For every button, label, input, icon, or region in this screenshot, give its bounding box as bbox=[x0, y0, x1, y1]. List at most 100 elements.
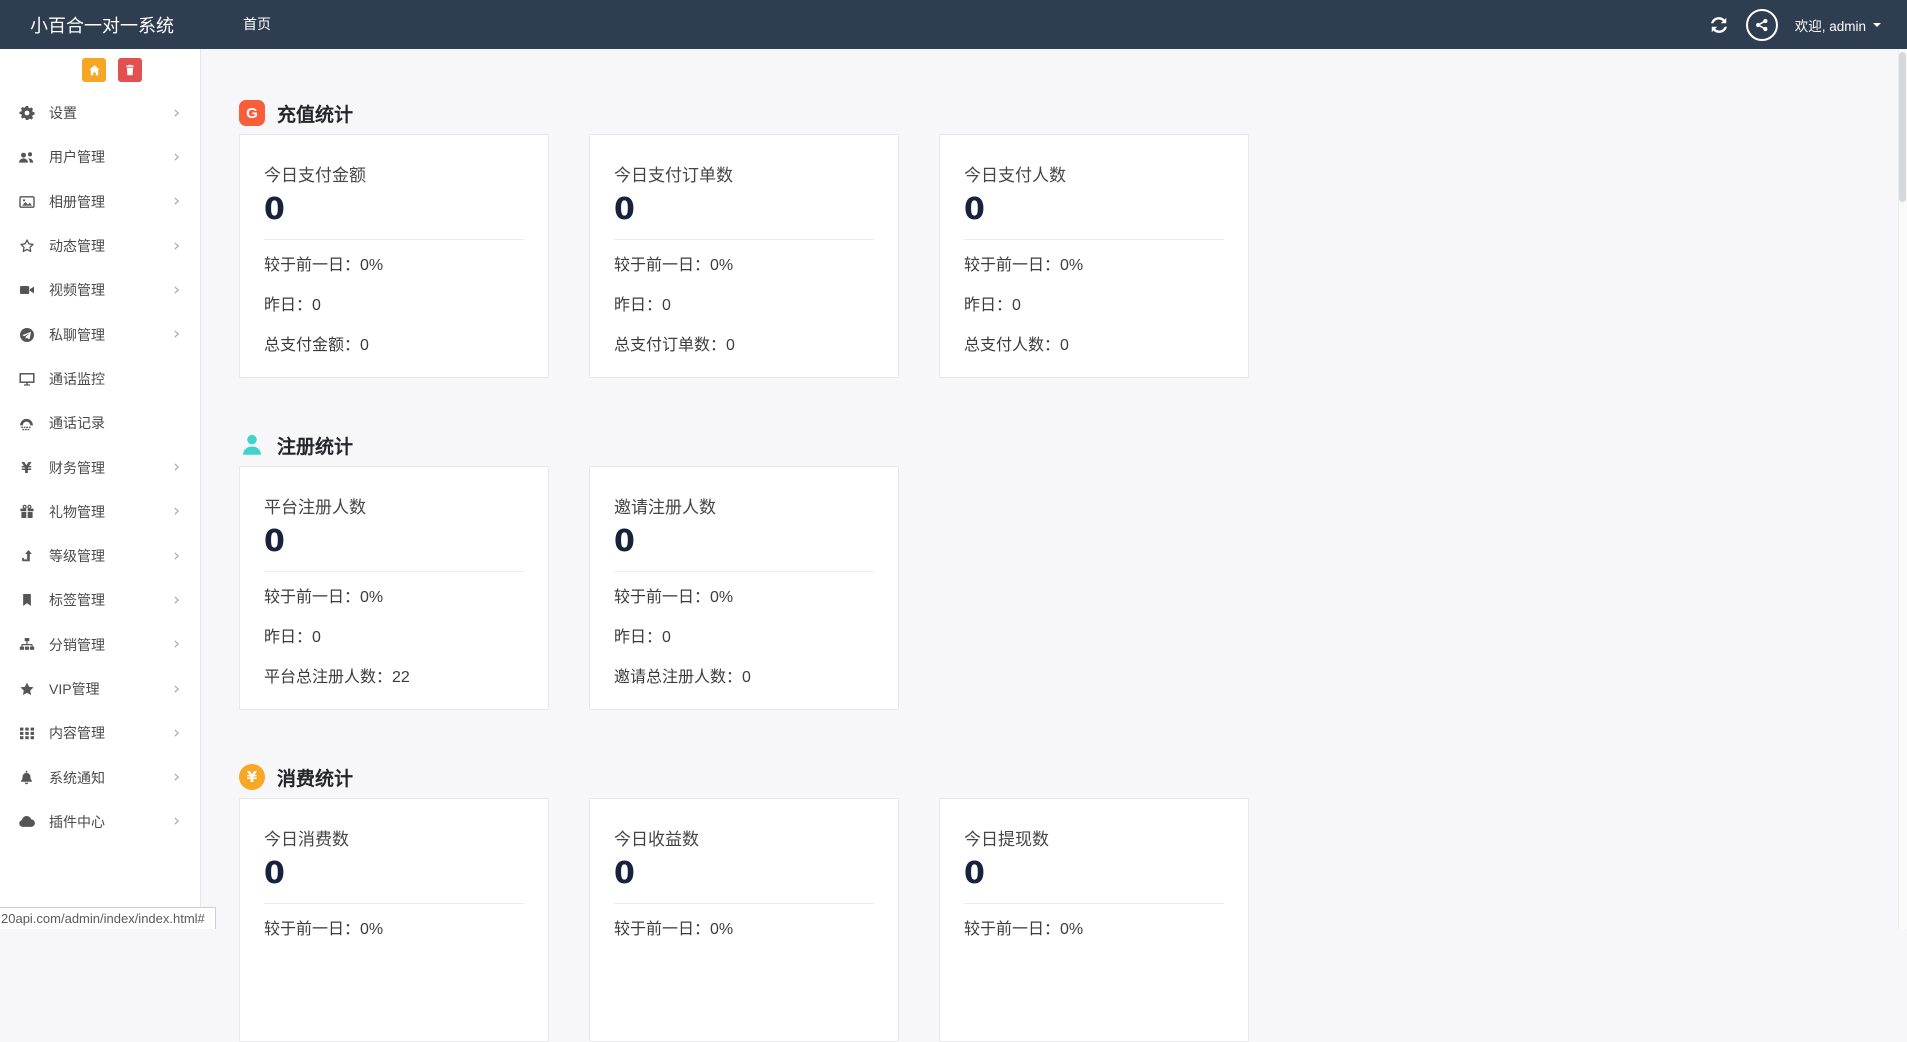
chevron-right-icon: › bbox=[173, 634, 180, 655]
card-label: 今日支付人数 bbox=[964, 166, 1066, 185]
card-label: 今日收益数 bbox=[614, 830, 699, 849]
avatar[interactable] bbox=[1745, 8, 1778, 41]
home-button[interactable] bbox=[82, 58, 106, 82]
yen-circle-icon: ¥ bbox=[239, 764, 265, 790]
sidebar-item-private-chat-management[interactable]: 私聊管理 › bbox=[0, 312, 200, 356]
card-group: 今日支付金额 0 较于前一日：0% 昨日：0 总支付金额：0 今日支付订单数 0… bbox=[239, 134, 1907, 378]
stat-card-pay-users: 今日支付人数 0 较于前一日：0% 昨日：0 总支付人数：0 bbox=[939, 134, 1249, 378]
chevron-right-icon: › bbox=[173, 589, 180, 610]
card-label: 平台注册人数 bbox=[264, 498, 366, 517]
card-row: 昨日：0 bbox=[614, 297, 671, 314]
chevron-right-icon: › bbox=[173, 279, 180, 300]
user-menu[interactable]: 欢迎, admin bbox=[1795, 15, 1881, 35]
card-row: 平台总注册人数：22 bbox=[264, 669, 410, 686]
bookmark-icon bbox=[17, 593, 36, 607]
sidebar-item-call-records[interactable]: 通话记录 bbox=[0, 401, 200, 445]
trash-button[interactable] bbox=[118, 58, 142, 82]
sidebar-item-gift-management[interactable]: 礼物管理 › bbox=[0, 490, 200, 534]
chevron-right-icon: › bbox=[173, 722, 180, 743]
home-icon bbox=[88, 64, 101, 77]
scrollbar-track bbox=[1898, 49, 1907, 929]
sidebar-item-label: 礼物管理 bbox=[49, 503, 105, 520]
grid-icon bbox=[17, 725, 36, 741]
main-content: G 充值统计 今日支付金额 0 较于前一日：0% 昨日：0 总支付金额：0 今日… bbox=[201, 49, 1907, 1042]
stat-card-pay-orders: 今日支付订单数 0 较于前一日：0% 昨日：0 总支付订单数：0 bbox=[589, 134, 899, 378]
divider bbox=[964, 239, 1224, 240]
sidebar-item-finance-management[interactable]: ¥ 财务管理 › bbox=[0, 445, 200, 489]
card-row: 较于前一日：0% bbox=[964, 921, 1084, 938]
sidebar-item-label: 插件中心 bbox=[49, 813, 105, 830]
topbar-right: 欢迎, admin bbox=[1709, 8, 1907, 41]
sidebar-item-moment-management[interactable]: 动态管理 › bbox=[0, 224, 200, 268]
sidebar-item-tag-management[interactable]: 标签管理 › bbox=[0, 578, 200, 622]
card-group: 平台注册人数 0 较于前一日：0% 昨日：0 平台总注册人数：22 邀请注册人数… bbox=[239, 466, 1907, 710]
chevron-right-icon: › bbox=[173, 457, 180, 478]
sidebar-item-call-monitor[interactable]: 通话监控 bbox=[0, 357, 200, 401]
stat-card-pay-amount: 今日支付金额 0 较于前一日：0% 昨日：0 总支付金额：0 bbox=[239, 134, 549, 378]
sidebar-item-user-management[interactable]: 用户管理 › bbox=[0, 135, 200, 179]
sidebar-item-plugin-center[interactable]: 插件中心 › bbox=[0, 800, 200, 844]
video-icon bbox=[17, 282, 36, 298]
chevron-right-icon: › bbox=[173, 811, 180, 832]
card-row: 较于前一日：0% bbox=[614, 921, 734, 938]
refresh-icon[interactable] bbox=[1709, 15, 1729, 35]
call-record-icon bbox=[17, 415, 36, 432]
gift-icon bbox=[17, 504, 36, 520]
section-header: G 充值统计 bbox=[239, 100, 1907, 126]
card-value: 0 bbox=[264, 524, 285, 559]
users-icon bbox=[17, 149, 36, 166]
divider bbox=[264, 571, 524, 572]
card-value: 0 bbox=[964, 856, 985, 891]
sidebar-item-video-management[interactable]: 视频管理 › bbox=[0, 268, 200, 312]
sidebar-item-label: 动态管理 bbox=[49, 238, 105, 255]
person-icon bbox=[239, 432, 265, 458]
sidebar-item-label: 私聊管理 bbox=[49, 326, 105, 343]
card-label: 今日支付订单数 bbox=[614, 166, 733, 185]
stat-card-income-count: 今日收益数 0 较于前一日：0% bbox=[589, 798, 899, 1042]
card-label: 今日提现数 bbox=[964, 830, 1049, 849]
telegram-icon bbox=[17, 327, 36, 343]
sitemap-icon bbox=[17, 637, 36, 653]
cloud-icon bbox=[17, 813, 36, 830]
nav-home[interactable]: 首页 bbox=[239, 0, 275, 49]
sidebar-item-vip-management[interactable]: VIP管理 › bbox=[0, 667, 200, 711]
sidebar-item-settings[interactable]: 设置 › bbox=[0, 91, 200, 135]
stat-card-withdraw-count: 今日提现数 0 较于前一日：0% bbox=[939, 798, 1249, 1042]
card-row: 昨日：0 bbox=[264, 297, 321, 314]
status-link-preview: 20api.com/admin/index/index.html# bbox=[0, 907, 216, 929]
card-value: 0 bbox=[264, 192, 285, 227]
divider bbox=[264, 903, 524, 904]
sidebar-item-album-management[interactable]: 相册管理 › bbox=[0, 180, 200, 224]
card-row: 邀请总注册人数：0 bbox=[614, 669, 751, 686]
card-row: 较于前一日：0% bbox=[264, 257, 384, 274]
card-row: 总支付订单数：0 bbox=[614, 337, 735, 354]
sidebar-item-label: 财务管理 bbox=[49, 459, 105, 476]
sidebar-item-system-notice[interactable]: 系统通知 › bbox=[0, 755, 200, 799]
bell-icon bbox=[17, 770, 36, 785]
card-row: 较于前一日：0% bbox=[264, 921, 384, 938]
card-value: 0 bbox=[964, 192, 985, 227]
sidebar-item-label: 设置 bbox=[49, 105, 77, 122]
sidebar-item-label: 内容管理 bbox=[49, 725, 105, 742]
stat-card-invite-registers: 邀请注册人数 0 较于前一日：0% 昨日：0 邀请总注册人数：0 bbox=[589, 466, 899, 710]
sidebar-item-distribution-management[interactable]: 分销管理 › bbox=[0, 623, 200, 667]
sidebar-item-label: 系统通知 bbox=[49, 769, 105, 786]
card-row: 较于前一日：0% bbox=[614, 589, 734, 606]
card-value: 0 bbox=[614, 524, 635, 559]
sidebar-menu: 设置 › 用户管理 › 相册管理 › 动态管理 › 视频管理 › 私聊管理 › bbox=[0, 82, 200, 844]
sidebar-item-level-management[interactable]: 等级管理 › bbox=[0, 534, 200, 578]
card-row: 昨日：0 bbox=[964, 297, 1021, 314]
chevron-right-icon: › bbox=[173, 146, 180, 167]
monitor-icon bbox=[17, 371, 36, 387]
card-value: 0 bbox=[614, 856, 635, 891]
sidebar-item-label: 通话监控 bbox=[49, 370, 105, 387]
divider bbox=[614, 571, 874, 572]
image-icon bbox=[17, 194, 36, 210]
stat-card-consume-count: 今日消费数 0 较于前一日：0% bbox=[239, 798, 549, 1042]
chevron-right-icon: › bbox=[173, 191, 180, 212]
section-register-stats: 注册统计 平台注册人数 0 较于前一日：0% 昨日：0 平台总注册人数：22 邀… bbox=[239, 432, 1907, 710]
card-row: 总支付金额：0 bbox=[264, 337, 369, 354]
scrollbar-thumb[interactable] bbox=[1899, 52, 1906, 202]
yen-icon: ¥ bbox=[21, 458, 32, 477]
sidebar-item-content-management[interactable]: 内容管理 › bbox=[0, 711, 200, 755]
